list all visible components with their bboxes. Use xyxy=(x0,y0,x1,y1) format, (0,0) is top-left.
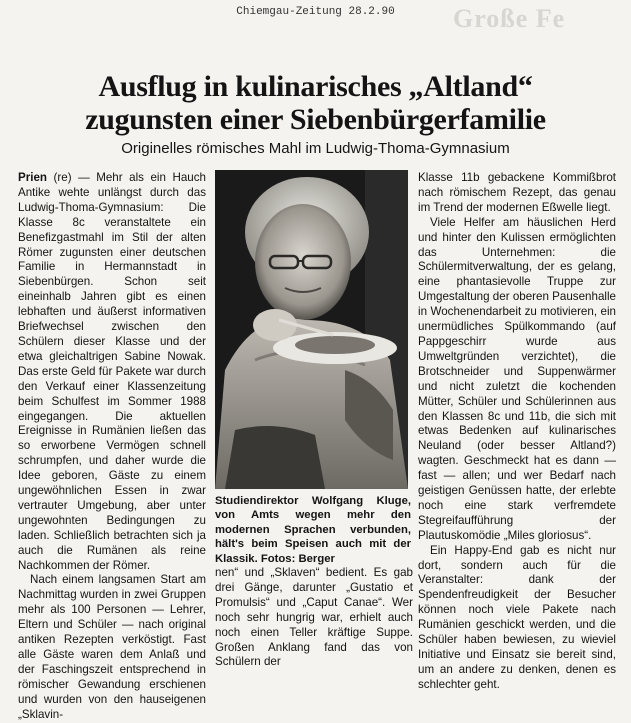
headline-line-2: zugunsten einer Siebenbürgerfamilie xyxy=(85,103,546,136)
photo-of-teacher-eating xyxy=(215,170,408,489)
paragraph: Ein Happy-End gab es nicht nur dort, son… xyxy=(418,543,616,691)
article-column-2: nen“ und „Sklaven“ bedient. Es gab drei … xyxy=(215,566,413,670)
headline-line-1: Ausflug in kulinarisches „Altland“ xyxy=(98,70,533,103)
photo-caption: Studiendirektor Wolfgang Kluge, von Amts… xyxy=(215,495,411,565)
paragraph: Klasse 11b gebackene Kommißbrot nach röm… xyxy=(418,171,616,214)
subheadline: Originelles römisches Mahl im Ludwig-Tho… xyxy=(121,140,510,157)
paragraph: Viele Helfer am häuslichen Herd und hint… xyxy=(418,215,616,542)
headline: Ausflug in kulinarisches „Altland“ zugun… xyxy=(0,70,631,136)
adjacent-headline-fragment: Große Fe xyxy=(453,4,566,33)
dateline: Prien xyxy=(18,171,47,184)
paragraph: Prien (re) — Mehr als ein Hauch Antike w… xyxy=(18,171,206,573)
paragraph-text: (re) — Mehr als ein Hauch Antike wehte u… xyxy=(18,171,206,572)
article-photo xyxy=(215,170,408,489)
article-column-1: Prien (re) — Mehr als ein Hauch Antike w… xyxy=(18,171,206,723)
paragraph: nen“ und „Sklaven“ bedient. Es gab drei … xyxy=(215,566,413,669)
paragraph: Nach einem langsamen Start am Nachmittag… xyxy=(18,573,206,721)
article-column-3: Klasse 11b gebackene Kommißbrot nach röm… xyxy=(418,171,616,693)
